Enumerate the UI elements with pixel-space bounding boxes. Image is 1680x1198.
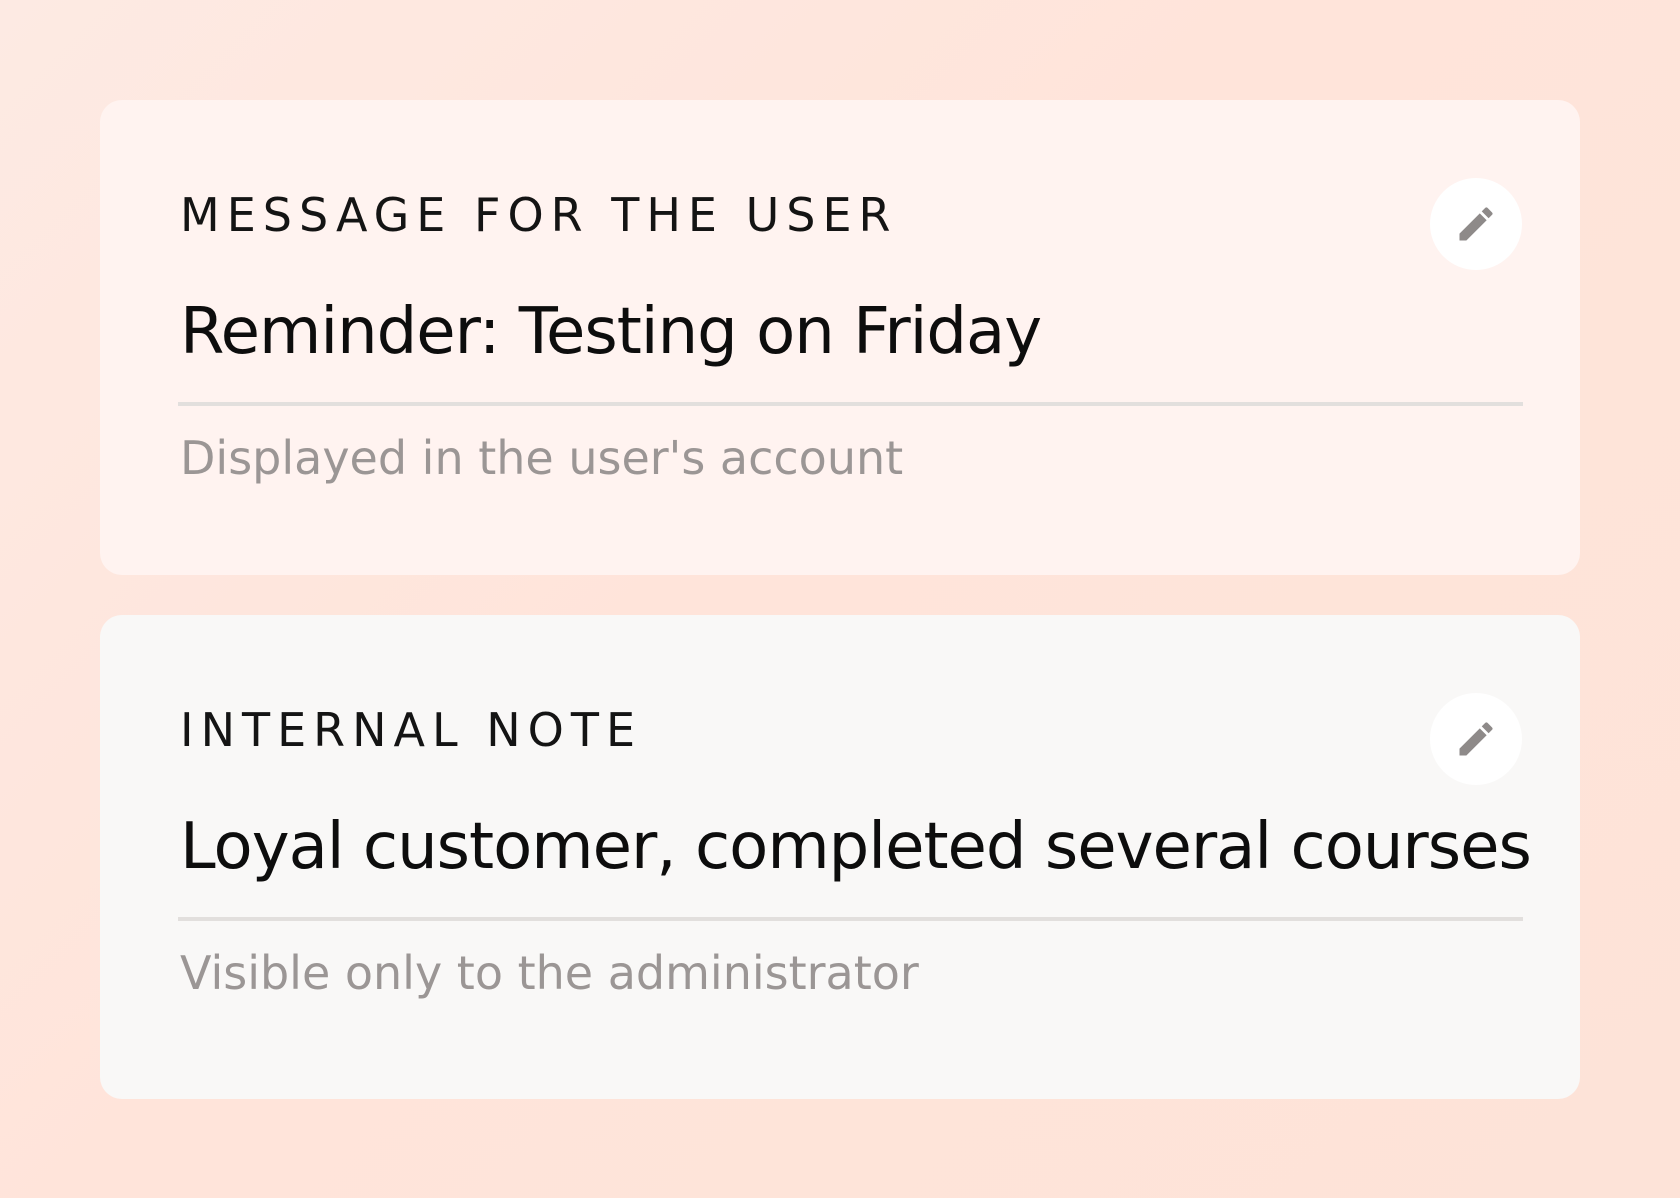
internal-note-card: INTERNAL NOTE Loyal customer, completed … bbox=[100, 615, 1580, 1099]
internal-note-hint: Visible only to the administrator bbox=[180, 946, 919, 1000]
user-message-hint: Displayed in the user's account bbox=[180, 431, 904, 485]
internal-note-divider bbox=[178, 917, 1523, 921]
internal-note-value[interactable]: Loyal customer, completed several course… bbox=[180, 815, 1532, 879]
user-message-divider bbox=[178, 402, 1523, 406]
pencil-icon bbox=[1454, 717, 1498, 761]
user-message-label: MESSAGE FOR THE USER bbox=[180, 188, 898, 242]
edit-user-message-button[interactable] bbox=[1430, 178, 1522, 270]
user-message-value[interactable]: Reminder: Testing on Friday bbox=[180, 300, 1042, 364]
internal-note-label: INTERNAL NOTE bbox=[180, 703, 643, 757]
user-message-card: MESSAGE FOR THE USER Reminder: Testing o… bbox=[100, 100, 1580, 575]
edit-internal-note-button[interactable] bbox=[1430, 693, 1522, 785]
pencil-icon bbox=[1454, 202, 1498, 246]
